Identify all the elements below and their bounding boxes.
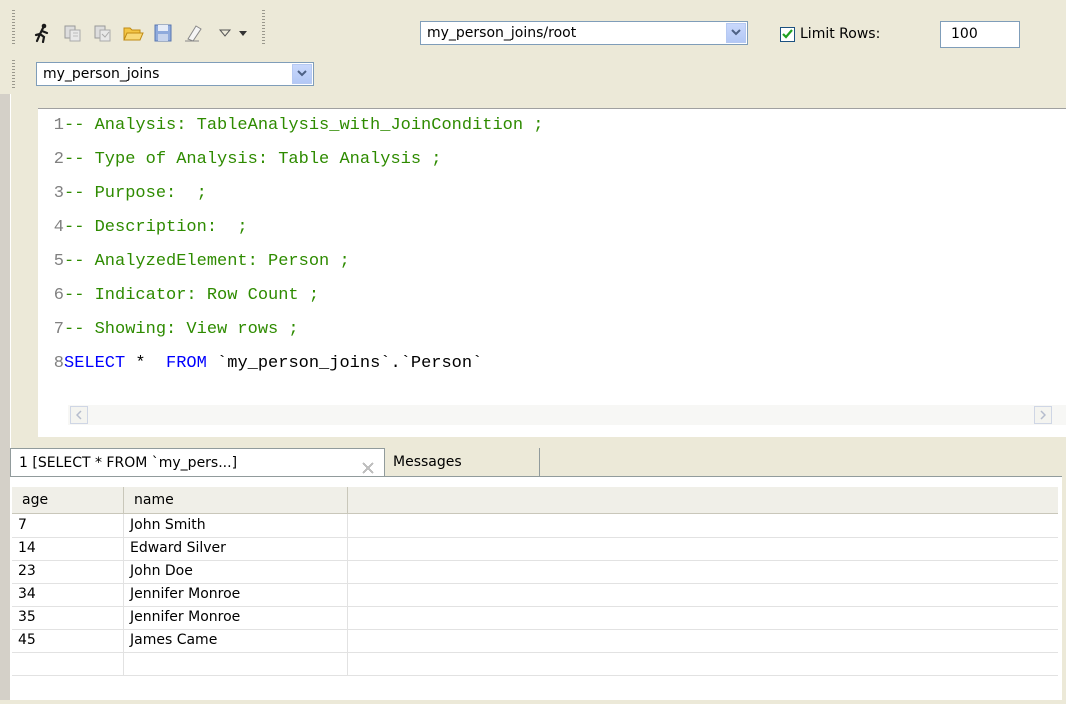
table-row[interactable]: 14 Edward Silver <box>12 537 1058 561</box>
editor-horizontal-scrollbar[interactable] <box>68 405 1066 425</box>
table-row-empty[interactable] <box>12 652 1058 676</box>
toolbar-grip[interactable] <box>12 10 15 46</box>
cell-name[interactable] <box>124 652 348 675</box>
keyword-from: FROM <box>166 354 207 373</box>
dropdown-icon[interactable] <box>236 22 250 44</box>
limit-rows-label: Limit Rows: <box>800 26 881 42</box>
editor-line: 5-- AnalyzedElement: Person ; <box>38 245 350 279</box>
editor-line: 7-- Showing: View rows ; <box>38 313 299 347</box>
table-reference: `my_person_joins`.`Person` <box>206 354 483 373</box>
comment-text: -- AnalyzedElement: Person ; <box>64 252 350 271</box>
run-icon[interactable] <box>32 22 54 44</box>
execute-icon[interactable] <box>62 22 84 44</box>
table-row[interactable]: 23 John Doe <box>12 560 1058 584</box>
comment-text: -- Description: ; <box>64 218 248 237</box>
line-number: 6 <box>53 286 64 305</box>
execute-all-icon[interactable] <box>92 22 114 44</box>
toolbar-separator <box>262 10 265 46</box>
connection-select-value: my_person_joins/root <box>427 25 577 41</box>
cell-age[interactable]: 7 <box>12 514 124 537</box>
column-header-name[interactable]: name <box>124 487 348 513</box>
line-number: 3 <box>53 184 64 203</box>
tab-query-result[interactable]: 1 [SELECT * FROM `my_pers...] <box>10 448 385 476</box>
line-number: 8 <box>53 354 64 373</box>
database-select[interactable]: my_person_joins <box>36 62 314 86</box>
cell-age[interactable]: 35 <box>12 606 124 629</box>
editor-line: 2-- Type of Analysis: Table Analysis ; <box>38 143 442 177</box>
table-row[interactable]: 45 James Came <box>12 629 1058 653</box>
table-row[interactable]: 35 Jennifer Monroe <box>12 606 1058 630</box>
comment-text: -- Purpose: ; <box>64 184 207 203</box>
line-number: 2 <box>53 150 64 169</box>
cell-age[interactable]: 23 <box>12 560 124 583</box>
editor-line: 6-- Indicator: Row Count ; <box>38 279 319 313</box>
window-bottom-edge <box>0 700 1066 704</box>
editor-line: 3-- Purpose: ; <box>38 177 207 211</box>
comment-text: -- Type of Analysis: Table Analysis ; <box>64 150 442 169</box>
cell-age[interactable]: 45 <box>12 629 124 652</box>
keyword-select: SELECT <box>64 354 126 373</box>
results-tabstrip: 1 [SELECT * FROM `my_pers...] Messages <box>10 448 1062 477</box>
chevron-down-icon[interactable] <box>292 64 312 84</box>
line-number: 4 <box>53 218 64 237</box>
cell-name[interactable]: Jennifer Monroe <box>124 606 348 629</box>
cell-age[interactable]: 14 <box>12 537 124 560</box>
limit-rows-checkbox[interactable] <box>780 26 795 42</box>
tab-messages-label: Messages <box>393 454 462 470</box>
cell-age[interactable]: 34 <box>12 583 124 606</box>
connection-select[interactable]: my_person_joins/root <box>420 21 748 45</box>
cell-name[interactable]: Jennifer Monroe <box>124 583 348 606</box>
tab-query-result-label: 1 [SELECT * FROM `my_pers...] <box>19 455 238 471</box>
sql-editor[interactable]: 1-- Analysis: TableAnalysis_with_JoinCon… <box>38 108 1066 437</box>
scroll-right-icon[interactable] <box>1034 406 1052 424</box>
save-icon[interactable] <box>152 22 174 44</box>
line-number: 1 <box>53 116 64 135</box>
editor-line: 1-- Analysis: TableAnalysis_with_JoinCon… <box>38 109 544 143</box>
cell-name[interactable]: Edward Silver <box>124 537 348 560</box>
cell-name[interactable]: John Smith <box>124 514 348 537</box>
table-row[interactable]: 7 John Smith <box>12 514 1058 538</box>
star-token: * <box>125 354 167 373</box>
limit-rows-toggle[interactable]: Limit Rows: <box>780 22 880 46</box>
comment-text: -- Analysis: TableAnalysis_with_JoinCond… <box>64 116 544 135</box>
open-folder-icon[interactable] <box>122 22 144 44</box>
line-number: 7 <box>53 320 64 339</box>
editor-line-sql: 8SELECT * FROM `my_person_joins`.`Person… <box>38 347 483 381</box>
chevron-down-icon[interactable] <box>726 23 746 43</box>
grid-header-row: age name <box>12 487 1058 514</box>
tab-messages[interactable]: Messages <box>385 448 540 476</box>
scroll-left-icon[interactable] <box>70 406 88 424</box>
limit-rows-input[interactable]: 100 <box>940 21 1020 48</box>
table-row[interactable]: 34 Jennifer Monroe <box>12 583 1058 607</box>
line-number: 5 <box>53 252 64 271</box>
column-header-age[interactable]: age <box>12 487 124 513</box>
comment-text: -- Indicator: Row Count ; <box>64 286 320 305</box>
clear-icon[interactable] <box>182 22 204 44</box>
cell-name[interactable]: James Came <box>124 629 348 652</box>
comment-text: -- Showing: View rows ; <box>64 320 299 339</box>
sql-toolbar: my_person_joins/root Limit Rows: 100 my_… <box>0 0 1066 94</box>
cell-name[interactable]: John Doe <box>124 560 348 583</box>
toolbar-grip-second[interactable] <box>12 60 15 88</box>
editor-line: 4-- Description: ; <box>38 211 248 245</box>
database-select-value: my_person_joins <box>43 66 160 82</box>
cell-age[interactable] <box>12 652 124 675</box>
results-grid: age name 7 John Smith 14 Edward Silver 2… <box>10 477 1062 700</box>
view-menu-icon[interactable] <box>214 22 236 44</box>
